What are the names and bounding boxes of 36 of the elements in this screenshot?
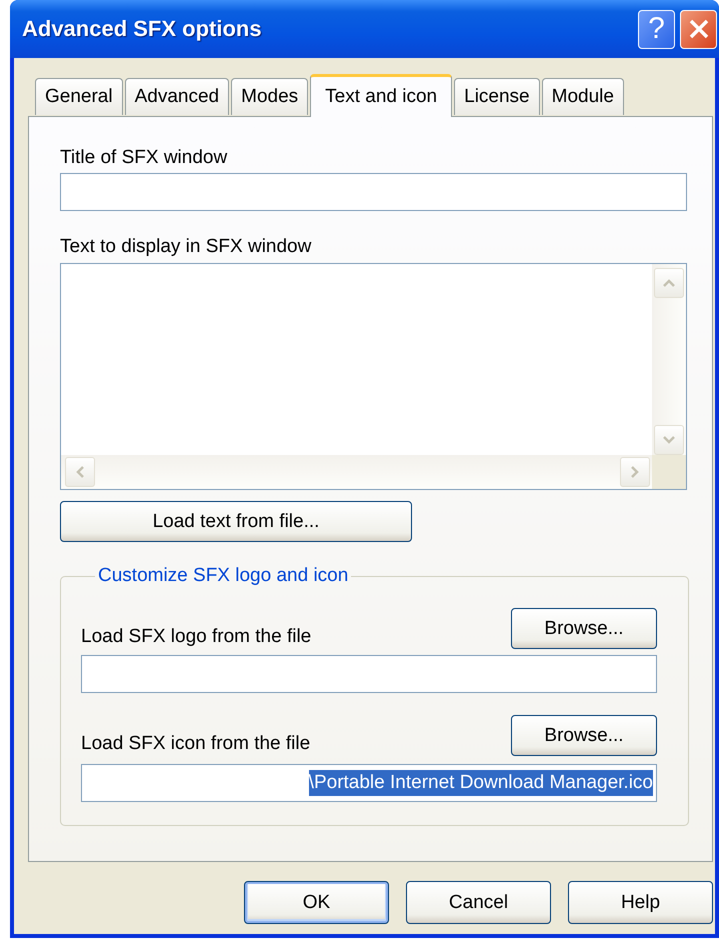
vertical-scrollbar[interactable] — [652, 264, 686, 455]
scroll-up-button[interactable] — [654, 268, 684, 298]
scrollbar-corner — [652, 455, 686, 489]
browse-button[interactable]: Browse... — [511, 715, 657, 756]
chevron-up-icon — [662, 278, 676, 288]
help-button[interactable]: ? — [638, 10, 675, 48]
input-field[interactable] — [60, 173, 687, 211]
close-icon — [688, 18, 710, 40]
field-label: Load SFX logo from the file — [81, 625, 312, 649]
help-button[interactable]: Help — [568, 881, 713, 924]
field-label: Text to display in SFX window — [60, 235, 312, 259]
close-button[interactable] — [680, 10, 717, 48]
input-field[interactable]: \Portable Internet Download Manager.ico — [81, 764, 657, 802]
window-title: Advanced SFX options — [22, 16, 263, 42]
chevron-right-icon — [630, 465, 640, 479]
browse-button[interactable]: Browse... — [511, 608, 657, 649]
scroll-left-button[interactable] — [65, 457, 95, 487]
tab[interactable]: Modes — [231, 78, 308, 115]
text-area[interactable] — [60, 263, 687, 490]
scroll-down-button[interactable] — [654, 425, 684, 455]
ok-button[interactable]: OK — [244, 881, 389, 924]
field-label: Load SFX icon from the file — [81, 732, 310, 756]
chevron-down-icon — [662, 435, 676, 445]
tab[interactable]: General — [35, 78, 123, 115]
load-text-button[interactable]: Load text from file... — [60, 501, 412, 542]
field-label: Title of SFX window — [60, 146, 228, 170]
horizontal-scrollbar[interactable] — [61, 455, 652, 489]
tab[interactable]: Module — [542, 78, 624, 115]
tab[interactable]: Advanced — [124, 78, 230, 115]
tab[interactable]: Text and icon — [310, 74, 452, 117]
tab[interactable]: License — [454, 78, 540, 115]
cancel-button[interactable]: Cancel — [406, 881, 551, 924]
input-field[interactable] — [81, 655, 657, 693]
group-title: Customize SFX logo and icon — [97, 564, 350, 588]
chevron-left-icon — [75, 465, 85, 479]
scroll-right-button[interactable] — [620, 457, 650, 487]
